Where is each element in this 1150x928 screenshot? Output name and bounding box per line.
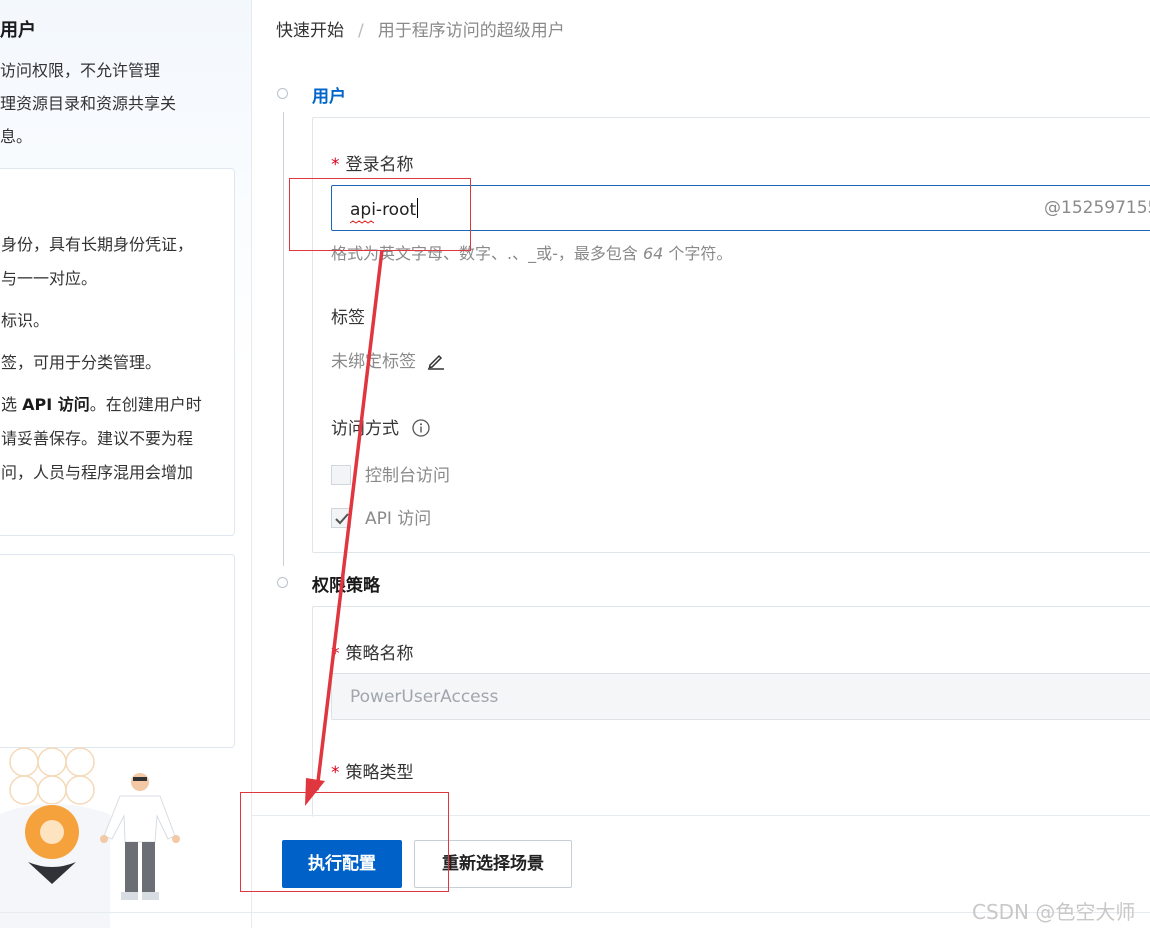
- tag-value: 未绑定标签: [331, 352, 416, 372]
- panel-title: 用户: [0, 20, 36, 41]
- annotation-highlight-login: [289, 178, 471, 251]
- hint-text-end: 个字符。: [663, 244, 733, 263]
- api-access-label: API 访问: [365, 509, 432, 529]
- hint-number: 64: [642, 244, 664, 263]
- policy-name-label: * 策略名称: [331, 639, 414, 664]
- edit-icon[interactable]: [427, 352, 445, 370]
- card-line: 身份，具有长期身份凭证，: [1, 235, 194, 254]
- step-user-title: 用户: [312, 87, 346, 107]
- person-illustration: [0, 747, 180, 928]
- card-line-api: 选 API 访问。在创建用户时: [1, 391, 202, 415]
- policy-name-value: PowerUserAccess: [350, 687, 499, 707]
- breadcrumb: 快速开始 / 用于程序访问的超级用户: [276, 16, 565, 41]
- breadcrumb-quick-start[interactable]: 快速开始: [276, 21, 344, 41]
- policy-name-input: PowerUserAccess: [331, 673, 1150, 720]
- panel-empty-card: [0, 554, 235, 748]
- panel-desc-line: 息。: [0, 127, 33, 146]
- api-access-checkbox[interactable]: [331, 508, 351, 528]
- policy-type-label-text: 策略类型: [345, 763, 414, 783]
- card-line-bold: API 访问: [22, 395, 90, 414]
- annotation-highlight-execute: [240, 792, 449, 892]
- panel-info-card: 身份，具有长期身份凭证， 与一一对应。 标识。 签，可用于分类管理。 选 API…: [0, 168, 235, 536]
- access-method-label-text: 访问方式: [331, 419, 399, 439]
- access-method-label: 访问方式: [331, 414, 431, 439]
- card-line-rest: 。在创建用户时: [89, 395, 202, 414]
- tag-label: 标签: [331, 308, 365, 328]
- panel-description: 访问权限，不允许管理 理资源目录和资源共享关 息。: [0, 54, 240, 153]
- card-line-prefix: 选: [1, 395, 23, 414]
- card-line: 请妥善保存。建议不要为程: [1, 429, 194, 448]
- breadcrumb-separator: /: [358, 21, 364, 41]
- check-icon: [335, 513, 349, 525]
- api-access-option[interactable]: API 访问: [331, 504, 431, 529]
- console-access-option[interactable]: 控制台访问: [331, 461, 450, 486]
- panel-desc-line: 访问权限，不允许管理: [0, 61, 161, 80]
- left-info-panel: 用户 访问权限，不允许管理 理资源目录和资源共享关 息。 身份，具有长期身份凭证…: [0, 0, 252, 928]
- login-name-domain-suffix: @15259715528: [1044, 198, 1150, 218]
- required-mark: *: [331, 155, 340, 175]
- policy-type-label: * 策略类型: [331, 758, 414, 783]
- required-mark: *: [331, 644, 340, 664]
- panel-desc-line: 理资源目录和资源共享关: [0, 94, 177, 113]
- step-connector: [283, 112, 284, 566]
- console-access-checkbox[interactable]: [331, 465, 351, 485]
- policy-name-label-text: 策略名称: [345, 644, 414, 664]
- login-name-label: * 登录名称: [331, 150, 414, 175]
- step-permission-title: 权限策略: [312, 576, 380, 596]
- step-perm-dot-icon: [277, 577, 288, 588]
- login-name-label-text: 登录名称: [345, 155, 414, 175]
- card-line: 签，可用于分类管理。: [1, 353, 162, 372]
- card-line: 问，人员与程序混用会增加: [1, 463, 194, 482]
- console-access-label: 控制台访问: [365, 466, 450, 486]
- tag-row: 未绑定标签: [331, 347, 445, 372]
- card-line: 标识。: [1, 311, 50, 330]
- required-mark: *: [331, 763, 340, 783]
- watermark: CSDN @色空大师: [972, 900, 1136, 924]
- card-line: 与一一对应。: [1, 269, 98, 288]
- step-user-dot-icon: [277, 88, 288, 99]
- breadcrumb-current: 用于程序访问的超级用户: [377, 21, 565, 41]
- info-icon[interactable]: [412, 419, 431, 437]
